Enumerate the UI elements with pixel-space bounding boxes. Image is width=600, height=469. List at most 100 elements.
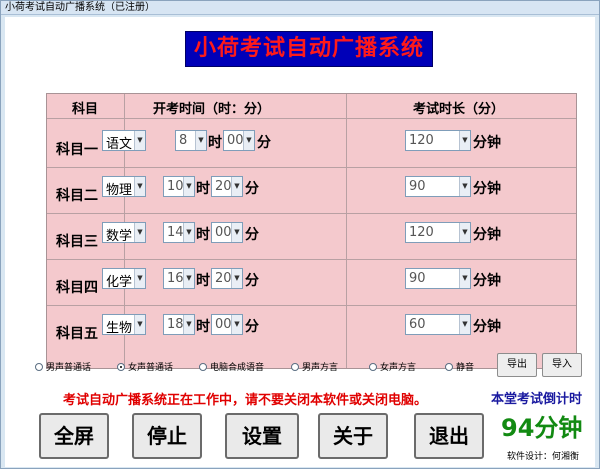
chevron-down-icon[interactable]: ▼ xyxy=(231,269,242,288)
voice-option-synthesized[interactable]: 电脑合成语音 xyxy=(199,360,264,376)
duration-value: 90 xyxy=(409,271,426,286)
chevron-down-icon[interactable]: ▼ xyxy=(195,131,206,150)
hour-unit: 时 xyxy=(196,227,210,243)
exit-button[interactable]: 退出 xyxy=(414,413,484,459)
duration-select[interactable]: 90 ▼ xyxy=(405,268,471,289)
duration-select[interactable]: 60 ▼ xyxy=(405,314,471,335)
minute-value: 00 xyxy=(215,317,232,332)
chevron-down-icon[interactable]: ▼ xyxy=(134,269,145,288)
header-subject: 科目 xyxy=(72,102,99,117)
chevron-down-icon[interactable]: ▼ xyxy=(183,269,194,288)
voice-option-female-dialect[interactable]: 女声方言 xyxy=(369,360,416,376)
subject-select[interactable]: 物理 ▼ xyxy=(102,176,146,198)
duration-select[interactable]: 120 ▼ xyxy=(405,130,471,151)
subject-value: 语文 xyxy=(106,137,133,152)
chevron-down-icon[interactable]: ▼ xyxy=(183,315,194,334)
hour-unit: 时 xyxy=(208,135,222,151)
minute-select[interactable]: 00 ▼ xyxy=(211,314,243,335)
chevron-down-icon[interactable]: ▼ xyxy=(459,269,470,288)
subject-value: 物理 xyxy=(106,183,133,198)
chevron-down-icon[interactable]: ▼ xyxy=(231,177,242,196)
stop-button[interactable]: 停止 xyxy=(132,413,202,459)
duration-unit: 分钟 xyxy=(473,227,501,243)
hour-unit: 时 xyxy=(196,273,210,289)
hour-select[interactable]: 18 ▼ xyxy=(163,314,195,335)
about-button[interactable]: 关于 xyxy=(318,413,388,459)
radio-selected-icon[interactable] xyxy=(117,363,125,371)
header-start-time: 开考时间（时：分） xyxy=(153,102,271,117)
chevron-down-icon[interactable]: ▼ xyxy=(134,223,145,242)
voice-option-female-mandarin[interactable]: 女声普通话 xyxy=(117,360,173,376)
voice-option-male-dialect[interactable]: 男声方言 xyxy=(291,360,338,376)
app-banner: 小荷考试自动广播系统 xyxy=(185,31,433,67)
radio-icon[interactable] xyxy=(369,363,377,371)
duration-select[interactable]: 90 ▼ xyxy=(405,176,471,197)
voice-option-mute[interactable]: 静音 xyxy=(445,360,474,376)
minute-value: 20 xyxy=(215,271,232,286)
radio-label: 电脑合成语音 xyxy=(210,363,265,373)
minute-unit: 分 xyxy=(245,181,259,197)
chevron-down-icon[interactable]: ▼ xyxy=(134,177,145,196)
countdown-value: 94分钟 xyxy=(501,414,583,442)
app-window: 小荷考试自动广播系统（已注册） 小荷考试自动广播系统 科目 开考时间（时：分） … xyxy=(0,0,600,469)
chevron-down-icon[interactable]: ▼ xyxy=(459,315,470,334)
hour-select[interactable]: 10 ▼ xyxy=(163,176,195,197)
subject-select[interactable]: 生物 ▼ xyxy=(102,314,146,336)
minute-unit: 分 xyxy=(257,135,271,151)
chevron-down-icon[interactable]: ▼ xyxy=(134,315,145,334)
chevron-down-icon[interactable]: ▼ xyxy=(243,131,254,150)
minute-unit: 分 xyxy=(245,319,259,335)
hour-value: 10 xyxy=(167,179,184,194)
subject-select[interactable]: 化学 ▼ xyxy=(102,268,146,290)
chevron-down-icon[interactable]: ▼ xyxy=(134,131,145,150)
chevron-down-icon[interactable]: ▼ xyxy=(459,177,470,196)
hour-value: 18 xyxy=(167,317,184,332)
chevron-down-icon[interactable]: ▼ xyxy=(459,223,470,242)
duration-select[interactable]: 120 ▼ xyxy=(405,222,471,243)
countdown-label: 本堂考试倒计时 xyxy=(491,392,583,407)
minute-value: 00 xyxy=(215,225,232,240)
duration-value: 90 xyxy=(409,179,426,194)
status-message: 考试自动广播系统正在工作中，请不要关闭本软件或关闭电脑。 xyxy=(63,393,428,408)
hour-select[interactable]: 8 ▼ xyxy=(175,130,207,151)
subject-select[interactable]: 语文 ▼ xyxy=(102,130,146,152)
radio-label: 男声方言 xyxy=(302,363,339,373)
chevron-down-icon[interactable]: ▼ xyxy=(183,177,194,196)
hour-value: 16 xyxy=(167,271,184,286)
chevron-down-icon[interactable]: ▼ xyxy=(459,131,470,150)
settings-button[interactable]: 设置 xyxy=(225,413,299,459)
duration-unit: 分钟 xyxy=(473,135,501,151)
subject-select[interactable]: 数学 ▼ xyxy=(102,222,146,244)
row-label: 科目四 xyxy=(56,280,98,296)
hour-select[interactable]: 14 ▼ xyxy=(163,222,195,243)
duration-value: 120 xyxy=(409,225,434,240)
import-button[interactable]: 导入 xyxy=(542,353,582,377)
hour-select[interactable]: 16 ▼ xyxy=(163,268,195,289)
radio-icon[interactable] xyxy=(199,363,207,371)
minute-select[interactable]: 20 ▼ xyxy=(211,176,243,197)
main-panel: 小荷考试自动广播系统 科目 开考时间（时：分） 考试时长（分） 科目一 语文 ▼… xyxy=(5,17,595,467)
radio-icon[interactable] xyxy=(291,363,299,371)
row-divider xyxy=(47,118,576,119)
voice-option-male-mandarin[interactable]: 男声普通话 xyxy=(35,360,91,376)
chevron-down-icon[interactable]: ▼ xyxy=(231,315,242,334)
hour-unit: 时 xyxy=(196,319,210,335)
table-row: 科目四 化学 ▼ 16 ▼ 时 20 ▼ 分 90 ▼ 分钟 xyxy=(47,261,578,307)
export-button[interactable]: 导出 xyxy=(497,353,537,377)
chevron-down-icon[interactable]: ▼ xyxy=(183,223,194,242)
radio-icon[interactable] xyxy=(445,363,453,371)
radio-icon[interactable] xyxy=(35,363,43,371)
radio-label: 男声普通话 xyxy=(46,363,92,373)
chevron-down-icon[interactable]: ▼ xyxy=(231,223,242,242)
radio-label: 静音 xyxy=(456,363,475,373)
subject-value: 化学 xyxy=(106,275,133,290)
minute-select[interactable]: 00 ▼ xyxy=(223,130,255,151)
minute-select[interactable]: 00 ▼ xyxy=(211,222,243,243)
duration-unit: 分钟 xyxy=(473,273,501,289)
table-row: 科目三 数学 ▼ 14 ▼ 时 00 ▼ 分 120 ▼ 分钟 xyxy=(47,215,578,261)
duration-unit: 分钟 xyxy=(473,181,501,197)
hour-value: 14 xyxy=(167,225,184,240)
hour-value: 8 xyxy=(179,133,188,148)
fullscreen-button[interactable]: 全屏 xyxy=(39,413,109,459)
minute-select[interactable]: 20 ▼ xyxy=(211,268,243,289)
